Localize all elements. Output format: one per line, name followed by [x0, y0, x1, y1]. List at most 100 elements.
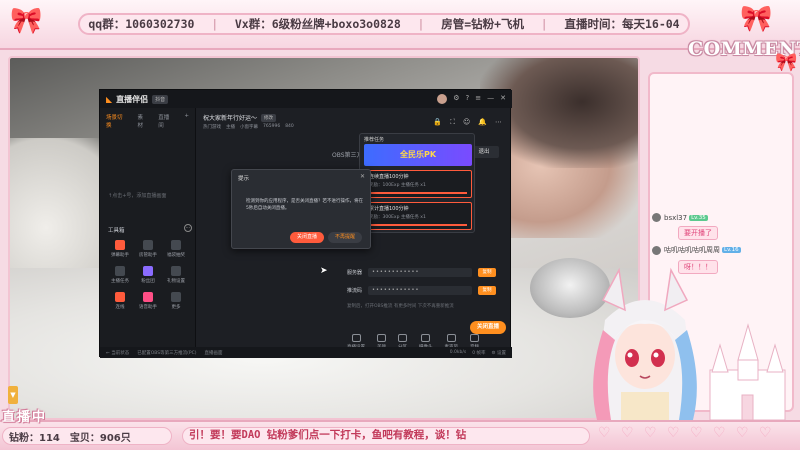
server-input[interactable]: •••••••••••• — [368, 268, 473, 277]
room-admin-text: 房管=钻粉+飞机 — [441, 17, 525, 31]
copy-server-button[interactable]: 复制 — [478, 268, 497, 277]
qq-group-text: qq群：1060302730 — [88, 17, 195, 31]
user-avatar[interactable] — [437, 94, 448, 104]
task-icon — [115, 266, 125, 276]
bow-icon: 🎀 — [740, 4, 773, 34]
link-icon — [115, 292, 125, 302]
chat-username: 咕叽咕叽咕叽周周 — [664, 246, 720, 254]
left-panel: 场景切换 素材 直播间 + ↑点击+号，添加直播画面 工具箱 ⋯ 弹幕助手 房管… — [100, 108, 196, 358]
tools-heading: 工具箱 — [108, 228, 125, 234]
category-tag[interactable]: 热门游戏 — [203, 124, 221, 130]
task-sub: 奖励：300Exp 主播任务 x1 — [369, 215, 426, 220]
stream-key-input[interactable]: •••••••••••• — [368, 286, 473, 295]
app-version-tag[interactable]: 抖音 — [152, 94, 169, 104]
status-link[interactable]: 直播画面 — [204, 350, 222, 356]
tool-label: 连线 — [115, 305, 125, 310]
main-top-icons: 🔒 ⛶ ☺ 🔔 ⋯ — [433, 118, 502, 127]
camera-icon — [421, 334, 431, 342]
notification-icon[interactable]: 🔒 — [433, 118, 442, 127]
close-icon[interactable]: ✕ — [500, 94, 506, 104]
collapse-arrow-icon[interactable]: ▼ — [8, 386, 18, 404]
settings-icon[interactable]: ⚙ — [453, 94, 459, 104]
tool-danmu[interactable]: 弹幕助手 — [106, 240, 134, 258]
chat-message: 要开播了 — [678, 226, 718, 240]
tool-link[interactable]: 连线 — [106, 292, 134, 310]
task-progress — [369, 192, 467, 194]
admin-icon — [143, 240, 153, 250]
tab-scene[interactable]: 场景切换 — [106, 113, 128, 129]
tool-label: 弹幕助手 — [111, 253, 129, 258]
diamond-count: 钻粉：114 — [9, 432, 60, 444]
help-icon[interactable]: ? — [466, 94, 470, 104]
live-label: 直播中 — [2, 410, 48, 425]
status-right: 0.0kb/s 0 帧率 ⚙ 设置 — [450, 350, 512, 356]
vx-group-text: Vx群：6级粉丝牌+boxo3o0828 — [234, 17, 401, 31]
window-controls: ⚙ ? ≡ — ✕ — [437, 94, 506, 104]
separator: | — [417, 17, 425, 31]
tool-task[interactable]: 主播任务 — [106, 266, 134, 284]
status-text: 已配置OBS等第三方推流(PC) — [137, 350, 197, 356]
task-sub: 奖励：100Exp 主播任务 x1 — [369, 183, 426, 188]
user-avatar — [652, 213, 661, 222]
separator: | — [211, 17, 219, 31]
tab-room[interactable]: 直播间 — [158, 113, 174, 129]
more-options-icon[interactable]: ⋯ — [495, 118, 502, 127]
menu-icon[interactable]: ≡ — [475, 94, 481, 104]
status-text: ← 当前状态 — [106, 350, 130, 356]
app-name: 直播伴侣 — [116, 94, 149, 104]
edit-title-button[interactable]: 修改 — [261, 113, 277, 122]
dialog-title: 提示 — [238, 176, 250, 182]
heart-decoration: ♡ ♡ ♡ ♡ ♡ ♡ ♡ ♡ — [598, 425, 775, 441]
server-label: 服务器 — [347, 270, 363, 276]
user-avatar — [652, 245, 661, 255]
level-badge: Lv.16 — [722, 247, 741, 253]
end-live-button[interactable]: 关闭直播 — [470, 321, 506, 334]
tools-settings-icon[interactable]: ⋯ — [184, 224, 192, 232]
task-title: 累计直播100分钟 — [369, 206, 409, 212]
left-tabs: 场景切换 素材 直播间 + — [100, 108, 195, 134]
tool-label: 礼物设置 — [167, 279, 185, 284]
pk-banner[interactable]: 全民乐PK — [364, 144, 472, 166]
marquee-text: 引！要！要DAO 钻粉爹们点一下打卡，鱼吧有教程，谈！钻 — [182, 427, 590, 445]
danmu-icon — [115, 240, 125, 250]
tool-fans[interactable]: 粉丝团 — [134, 266, 162, 284]
close-live-button[interactable]: 关闭直播 — [290, 232, 324, 243]
framerate-text: 0 帧率 — [472, 350, 486, 356]
copy-key-button[interactable]: 复制 — [478, 286, 497, 295]
display-icon — [351, 334, 361, 342]
speaker-icon — [470, 334, 479, 342]
tool-voice[interactable]: 语音助手 — [134, 292, 162, 310]
tool-label: 福袋抽奖 — [167, 253, 185, 258]
task-progress — [369, 224, 467, 226]
people-icon[interactable]: ☺ — [463, 118, 470, 127]
role-tag: 主播 — [226, 125, 235, 130]
tool-label: 更多 — [171, 305, 181, 310]
status-settings[interactable]: ⚙ 设置 — [492, 350, 506, 356]
subtitle-tag: 小窗字幕 — [240, 125, 258, 130]
stream-meta: 热门游戏 主播 小窗字幕 765996 840 — [203, 124, 294, 130]
chat-item: bsxl37 Lv.35 — [652, 213, 708, 222]
minimize-icon[interactable]: — — [487, 94, 494, 104]
task-item[interactable]: 连续直播100分钟 奖励：100Exp 主播任务 x1 — [364, 170, 472, 198]
tool-present[interactable]: 礼物设置 — [162, 266, 190, 284]
info-strip: qq群：1060302730 | Vx群：6级粉丝牌+boxo3o0828 | … — [78, 13, 690, 35]
chat-username: bsxl37 — [664, 213, 688, 222]
bow-icon: 🎀 — [10, 6, 43, 36]
task-item[interactable]: 累计直播100分钟 奖励：300Exp 主播任务 x1 — [364, 202, 472, 230]
add-icon[interactable]: + — [184, 113, 189, 129]
lock-icon[interactable]: ⛶ — [450, 118, 455, 127]
task-title: 连续直播100分钟 — [369, 174, 409, 180]
close-icon[interactable]: ✕ — [360, 173, 365, 180]
tool-label: 语音助手 — [139, 305, 157, 310]
tool-admin[interactable]: 房管助手 — [134, 240, 162, 258]
empty-tip: ↑点击+号，添加直播画面 — [108, 193, 167, 199]
obs-hint: 复制后，打开OBS推流 有更多时间 下次不再重新推流 — [347, 304, 454, 309]
live-time-text: 直播时间：每天16-04 — [564, 17, 680, 31]
tool-more[interactable]: 更多 — [162, 292, 190, 310]
status-bar: ← 当前状态 已配置OBS等第三方推流(PC) 直播画面 0.0kb/s 0 帧… — [100, 347, 512, 358]
dont-remind-button[interactable]: 不再提醒 — [328, 232, 362, 243]
tab-material[interactable]: 素材 — [138, 113, 149, 129]
bell-icon[interactable]: 🔔 — [478, 118, 487, 127]
tool-gift[interactable]: 福袋抽奖 — [162, 240, 190, 258]
server-row: 服务器 •••••••••••• 复制 — [347, 268, 497, 277]
